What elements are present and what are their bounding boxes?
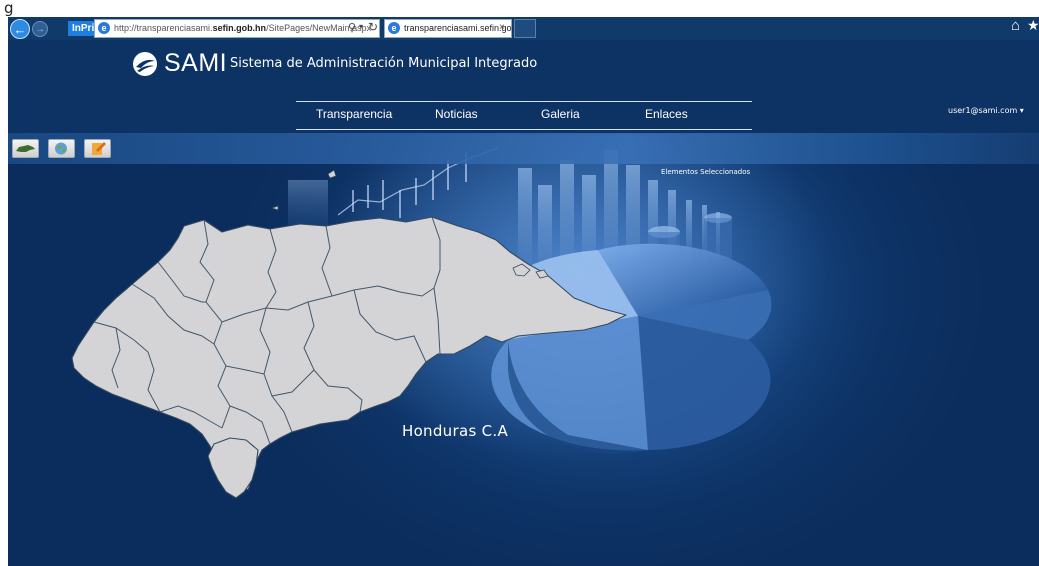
new-tab-button[interactable] [514,19,536,38]
browser-tab-active[interactable]: e transparenciasami.sefin.go... × [384,19,519,38]
back-button[interactable]: ← [10,19,30,39]
favorites-star-icon[interactable]: ★ [1027,17,1039,34]
address-bar[interactable]: e http://transparenciasami.sefin.gob.hn/… [94,19,380,38]
address-url[interactable]: http://transparenciasami.sefin.gob.hn/Si… [114,23,371,33]
tab-close-icon[interactable]: × [499,22,505,33]
url-prefix: http://transparenciasami. [114,23,213,33]
browser-toolbar: ← → InPrivate e http://transparenciasami… [8,17,1039,40]
forward-arrow-icon: → [35,23,45,35]
home-icon[interactable]: ⌂ [1011,17,1020,34]
address-dropdown-icon[interactable]: ▾ [359,22,363,31]
honduras-map[interactable] [8,40,1039,566]
refresh-icon[interactable]: ↻ [368,20,378,34]
ie-icon: e [98,22,110,34]
window-title-strip: g [0,0,1039,17]
map-region-south [207,437,259,499]
forward-button[interactable]: → [32,21,48,37]
window-title: g [4,0,14,17]
search-icon[interactable]: ⚲ [348,21,356,34]
back-arrow-icon: ← [13,21,27,37]
tab-favicon-icon: e [388,22,400,34]
url-host: sefin.gob.hn [212,23,267,33]
map-country-outline [71,216,627,491]
country-label: Honduras C.A [402,422,509,440]
page-content: SAMI Sistema de Administración Municipal… [8,40,1039,566]
